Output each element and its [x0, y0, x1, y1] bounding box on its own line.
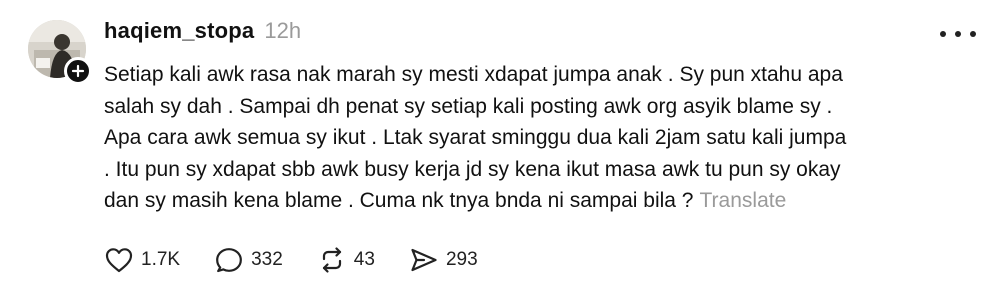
post-text-line: dan sy masih kena blame . Cuma nk tnya b…	[104, 189, 694, 213]
more-dot-icon	[940, 31, 946, 37]
post-text-line: . Itu pun sy xdapat sbb awk busy kerja j…	[104, 157, 841, 181]
plus-icon	[71, 64, 85, 78]
heart-icon	[105, 248, 133, 273]
post-timestamp: 12h	[264, 18, 302, 43]
username[interactable]: haqiem_stopa	[104, 18, 254, 44]
share-button[interactable]: 293	[409, 246, 478, 274]
post-header: haqiem_stopa 12h	[104, 18, 301, 44]
more-options-button[interactable]	[940, 22, 976, 46]
avatar-container	[28, 20, 92, 85]
share-count: 293	[445, 249, 478, 270]
thread-post: haqiem_stopa 12h Setiap kali awk rasa na…	[0, 0, 1000, 304]
follow-plus-button[interactable]	[64, 57, 92, 85]
post-text-line-last: dan sy masih kena blame . Cuma nk tnya b…	[104, 185, 984, 217]
post-text-line: Apa cara awk semua sy ikut . Ltak syarat…	[104, 126, 847, 150]
more-dot-icon	[955, 31, 961, 37]
comment-icon	[216, 248, 242, 273]
like-count: 1.7K	[141, 249, 181, 270]
reply-count: 332	[251, 249, 283, 270]
repost-count: 43	[353, 249, 375, 270]
reply-button[interactable]: 332	[214, 246, 283, 274]
action-bar: 1.7K 332 43 293	[104, 244, 512, 276]
post-body: Setiap kali awk rasa nak marah sy mesti …	[104, 59, 984, 217]
post-text-line: Setiap kali awk rasa nak marah sy mesti …	[104, 63, 843, 86]
translate-link[interactable]: Translate	[700, 189, 787, 212]
share-icon	[411, 248, 437, 272]
more-dot-icon	[970, 31, 976, 37]
repost-icon	[322, 247, 341, 273]
repost-button[interactable]: 43	[317, 246, 375, 274]
like-button[interactable]: 1.7K	[104, 246, 180, 274]
post-text-line: salah sy dah . Sampai dh penat sy setiap…	[104, 94, 833, 118]
